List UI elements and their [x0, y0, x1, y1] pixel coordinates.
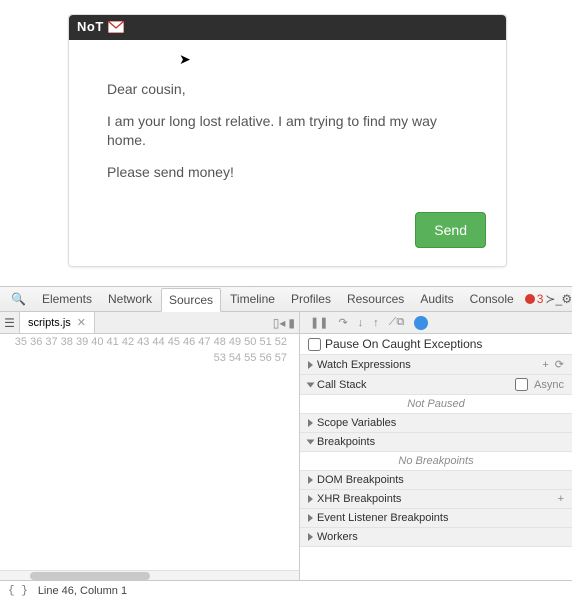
devtools: 🔍 Elements Network Sources Timeline Prof… — [0, 286, 572, 600]
error-count: 3 — [537, 292, 544, 306]
no-breakpoints-note: No Breakpoints — [300, 452, 572, 471]
chevron-right-icon — [308, 361, 313, 369]
body-line: I am your long lost relative. I am tryin… — [107, 112, 476, 151]
not-paused-note: Not Paused — [300, 395, 572, 414]
email-actions: Send — [69, 212, 506, 266]
error-badge[interactable]: 3 — [525, 292, 544, 306]
tab-elements[interactable]: Elements — [35, 288, 99, 310]
body-line: Please send money! — [107, 163, 476, 183]
history-fwd-icon[interactable]: ▮ — [288, 316, 295, 330]
step-into-icon[interactable]: ↓ — [358, 317, 364, 329]
body-line: Dear cousin, — [107, 80, 476, 100]
app-header: NoT — [69, 15, 506, 40]
horizontal-scrollbar[interactable] — [0, 570, 299, 580]
pause-exceptions-icon[interactable] — [414, 316, 428, 330]
section-label: Breakpoints — [317, 436, 375, 448]
tab-timeline[interactable]: Timeline — [223, 288, 282, 310]
chevron-right-icon — [308, 476, 313, 484]
async-checkbox[interactable] — [515, 378, 528, 391]
section-event-bp[interactable]: Event Listener Breakpoints — [300, 509, 572, 528]
chevron-right-icon — [308, 495, 313, 503]
refresh-icon[interactable]: ⟳ — [555, 358, 564, 371]
app-title: NoT — [77, 19, 104, 34]
sources-panel: ☰ scripts.js ✕ ▯◂ ▮ 35 36 37 38 39 40 41… — [0, 312, 300, 580]
section-scope[interactable]: Scope Variables — [300, 414, 572, 433]
mouse-cursor-icon: ➤ — [179, 51, 191, 68]
status-bar: { } Line 46, Column 1 — [0, 580, 572, 600]
section-watch[interactable]: Watch Expressions + ⟳ — [300, 355, 572, 375]
pause-icon[interactable]: ❚❚ — [310, 316, 328, 329]
history-back-icon[interactable]: ▯◂ — [273, 316, 286, 330]
email-composer: NoT ➤ Dear cousin, I am your long lost r… — [68, 14, 507, 267]
file-tab-bar: ☰ scripts.js ✕ ▯◂ ▮ — [0, 312, 299, 334]
code-editor[interactable]: 35 36 37 38 39 40 41 42 43 44 45 46 47 4… — [0, 334, 299, 570]
email-body: Dear cousin, I am your long lost relativ… — [69, 40, 506, 212]
section-label: Call Stack — [317, 379, 367, 391]
section-label: DOM Breakpoints — [317, 474, 404, 486]
add-icon[interactable]: + — [558, 493, 564, 505]
deactivate-bp-icon[interactable]: ⟋⧉ — [389, 316, 405, 329]
close-tab-icon[interactable]: ✕ — [77, 316, 86, 329]
line-gutter: 35 36 37 38 39 40 41 42 43 44 45 46 47 4… — [0, 334, 293, 570]
tab-sources[interactable]: Sources — [161, 288, 221, 312]
section-label: XHR Breakpoints — [317, 493, 401, 505]
tab-console[interactable]: Console — [463, 288, 521, 310]
step-over-icon[interactable]: ↷ — [338, 316, 347, 329]
gear-icon[interactable]: ⚙ — [561, 292, 572, 306]
section-label: Scope Variables — [317, 417, 396, 429]
pause-on-caught-checkbox[interactable] — [308, 338, 321, 351]
tab-profiles[interactable]: Profiles — [284, 288, 338, 310]
section-xhr-bp[interactable]: XHR Breakpoints + — [300, 490, 572, 509]
section-label: Event Listener Breakpoints — [317, 512, 448, 524]
pretty-print-icon[interactable]: { } — [8, 585, 28, 597]
mail-icon — [108, 21, 124, 33]
devtools-toolbar: 🔍 Elements Network Sources Timeline Prof… — [0, 287, 572, 312]
chevron-down-icon — [307, 440, 315, 445]
code-content[interactable]: function postOnSuccess(data) { // the po… — [293, 334, 299, 570]
section-workers[interactable]: Workers — [300, 528, 572, 547]
tab-resources[interactable]: Resources — [340, 288, 411, 310]
chevron-down-icon — [307, 382, 315, 387]
chevron-right-icon — [308, 514, 313, 522]
debugger-panel: ❚❚ ↷ ↓ ↑ ⟋⧉ Pause On Caught Exceptions W… — [300, 312, 572, 580]
send-button[interactable]: Send — [415, 212, 486, 248]
chevron-right-icon — [308, 419, 313, 427]
search-icon[interactable]: 🔍 — [4, 288, 33, 310]
pause-on-caught-row[interactable]: Pause On Caught Exceptions — [300, 334, 572, 355]
tab-audits[interactable]: Audits — [413, 288, 460, 310]
chevron-right-icon — [308, 533, 313, 541]
file-tab[interactable]: scripts.js ✕ — [20, 312, 95, 333]
async-label: Async — [534, 379, 564, 391]
section-label: Watch Expressions — [317, 359, 411, 371]
pause-on-caught-label: Pause On Caught Exceptions — [325, 337, 482, 351]
tab-network[interactable]: Network — [101, 288, 159, 310]
show-drawer-icon[interactable]: ≻_ — [545, 292, 559, 306]
add-icon[interactable]: + — [542, 359, 548, 371]
section-breakpoints[interactable]: Breakpoints — [300, 433, 572, 452]
section-label: Workers — [317, 531, 358, 543]
file-tab-name: scripts.js — [28, 317, 71, 329]
cursor-position: Line 46, Column 1 — [38, 585, 127, 597]
section-callstack[interactable]: Call Stack Async — [300, 375, 572, 395]
debugger-toolbar: ❚❚ ↷ ↓ ↑ ⟋⧉ — [300, 312, 572, 334]
section-dom-bp[interactable]: DOM Breakpoints — [300, 471, 572, 490]
step-out-icon[interactable]: ↑ — [373, 317, 379, 329]
navigator-icon[interactable]: ☰ — [0, 312, 20, 333]
